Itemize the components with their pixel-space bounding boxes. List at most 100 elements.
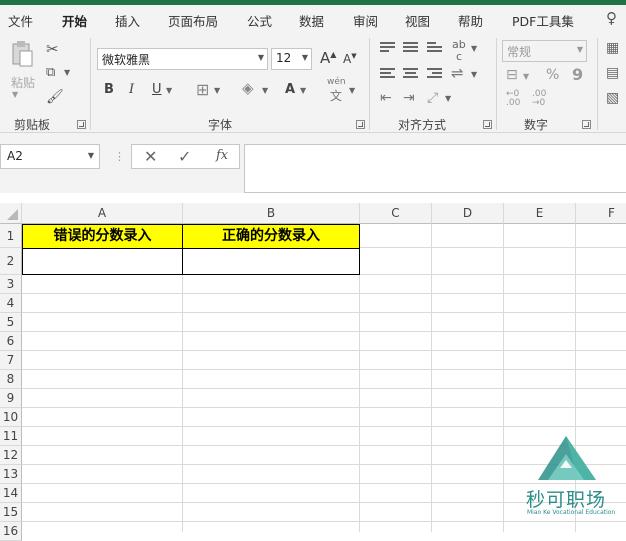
decrease-indent-icon[interactable]: ⇤ — [380, 90, 392, 106]
font-name-select[interactable]: 微软雅黑 ▼ — [97, 48, 268, 70]
select-all-corner[interactable] — [0, 203, 22, 224]
orientation-sub: c — [456, 50, 463, 63]
wrap-text-icon[interactable]: ⇌ — [451, 64, 464, 82]
chevron-down-icon: ▼ — [301, 53, 308, 62]
row-header[interactable]: 13 — [0, 465, 22, 484]
row-header[interactable]: 1 — [0, 224, 22, 248]
copy-dropdown-icon[interactable]: ▼ — [64, 68, 70, 77]
text-direction-dropdown-icon[interactable]: ▼ — [445, 94, 451, 103]
conditional-format-icon[interactable]: ▦ — [606, 40, 619, 56]
name-box-value: A2 — [7, 149, 23, 163]
formula-input[interactable] — [244, 144, 626, 193]
border-icon[interactable]: ⊞ — [196, 80, 209, 99]
align-center-icon[interactable] — [403, 68, 418, 81]
row-header[interactable]: 12 — [0, 446, 22, 465]
increase-indent-icon[interactable]: ⇥ — [403, 90, 415, 106]
paste-dropdown-icon[interactable]: ▼ — [12, 90, 18, 99]
number-format-select[interactable]: 常规 ▼ — [502, 40, 587, 62]
more-options-icon[interactable]: ⋮ — [114, 150, 125, 163]
align-middle-icon[interactable] — [403, 42, 418, 55]
menu-file[interactable]: 文件 — [8, 11, 33, 30]
menu-view[interactable]: 视图 — [405, 11, 430, 30]
menu-help[interactable]: 帮助 — [458, 11, 483, 30]
row-header[interactable]: 4 — [0, 294, 22, 313]
align-left-icon[interactable] — [380, 68, 395, 81]
shrink-font-button[interactable]: A▼ — [343, 52, 357, 66]
gridline — [22, 369, 626, 370]
increase-decimal-button[interactable]: ←0 .00 — [506, 90, 524, 108]
clipboard-launcher-icon[interactable] — [77, 120, 86, 129]
font-size-select[interactable]: 12 ▼ — [271, 48, 312, 70]
paste-label[interactable]: 粘贴 — [11, 74, 35, 91]
align-top-icon[interactable] — [380, 42, 395, 55]
lightbulb-search-icon[interactable]: ♀ — [606, 9, 617, 27]
percent-button[interactable]: % — [546, 67, 559, 83]
menu-insert[interactable]: 插入 — [115, 11, 140, 30]
row-header[interactable]: 10 — [0, 408, 22, 427]
currency-dropdown-icon[interactable]: ▼ — [523, 72, 529, 81]
align-bottom-icon[interactable] — [427, 42, 442, 55]
row-header[interactable]: 6 — [0, 332, 22, 351]
column-header-b[interactable]: B — [183, 203, 360, 224]
underline-dropdown-icon[interactable]: ▼ — [166, 86, 172, 95]
column-header-a[interactable]: A — [22, 203, 183, 224]
menu-data[interactable]: 数据 — [299, 11, 324, 30]
menu-home[interactable]: 开始 — [62, 11, 87, 30]
row-header[interactable]: 2 — [0, 248, 22, 275]
row-header[interactable]: 15 — [0, 503, 22, 522]
bold-button[interactable]: B — [104, 82, 114, 97]
column-header-e[interactable]: E — [504, 203, 576, 224]
pinyin-dropdown-icon[interactable]: ▼ — [349, 86, 355, 95]
border-dropdown-icon[interactable]: ▼ — [214, 86, 220, 95]
comma-button[interactable]: 9 — [572, 65, 583, 84]
row-header[interactable]: 7 — [0, 351, 22, 370]
cut-icon[interactable]: ✂ — [46, 40, 59, 58]
row-header[interactable]: 5 — [0, 313, 22, 332]
insert-function-icon[interactable]: fx — [216, 148, 228, 163]
table-format-icon[interactable]: ▤ — [606, 65, 619, 81]
row-header[interactable]: 3 — [0, 275, 22, 294]
cell-a2[interactable] — [22, 248, 183, 275]
menu-formulas[interactable]: 公式 — [247, 11, 272, 30]
currency-icon[interactable]: ⊟ — [506, 67, 518, 83]
paste-icon[interactable] — [10, 40, 34, 68]
formula-buttons: ✕ ✓ fx — [131, 144, 240, 169]
menu-page-layout[interactable]: 页面布局 — [168, 11, 218, 30]
font-launcher-icon[interactable] — [356, 120, 365, 129]
copy-icon[interactable]: ⧉ — [46, 65, 55, 80]
row-header[interactable]: 9 — [0, 389, 22, 408]
fill-dropdown-icon[interactable]: ▼ — [262, 86, 268, 95]
enter-icon[interactable]: ✓ — [178, 147, 191, 166]
row-header[interactable]: 8 — [0, 370, 22, 389]
decrease-decimal-button[interactable]: .00 →0 — [532, 90, 550, 108]
align-right-icon[interactable] — [427, 68, 442, 81]
cell-styles-icon[interactable]: ▧ — [606, 90, 619, 106]
cell-a1[interactable]: 错误的分数录入 — [22, 224, 183, 249]
number-launcher-icon[interactable] — [582, 120, 591, 129]
row-header[interactable]: 14 — [0, 484, 22, 503]
text-direction-icon[interactable]: ⤢ — [427, 90, 438, 106]
cell-b2[interactable] — [182, 248, 360, 275]
column-header-f[interactable]: F — [576, 203, 626, 224]
underline-button[interactable]: U — [152, 82, 162, 97]
cell-b1[interactable]: 正确的分数录入 — [182, 224, 360, 249]
alignment-launcher-icon[interactable] — [483, 120, 492, 129]
name-box[interactable]: A2 ▼ — [0, 144, 100, 169]
format-painter-icon[interactable]: 🖌 — [46, 89, 64, 105]
cancel-icon[interactable]: ✕ — [144, 147, 157, 166]
row-header[interactable]: 11 — [0, 427, 22, 446]
group-separator — [597, 38, 598, 130]
font-color-button[interactable]: A — [285, 82, 295, 97]
italic-button[interactable]: I — [129, 82, 134, 97]
wrap-dropdown-icon[interactable]: ▼ — [471, 70, 477, 79]
pinyin-guide-button[interactable]: wén — [327, 77, 346, 87]
menu-review[interactable]: 审阅 — [353, 11, 378, 30]
column-header-d[interactable]: D — [432, 203, 504, 224]
grow-font-button[interactable]: A▲ — [320, 49, 336, 67]
gridline — [22, 312, 626, 313]
menu-pdf-tools[interactable]: PDF工具集 — [512, 11, 574, 30]
orientation-dropdown-icon[interactable]: ▼ — [471, 44, 477, 53]
column-header-c[interactable]: C — [360, 203, 432, 224]
font-color-dropdown-icon[interactable]: ▼ — [300, 86, 306, 95]
fill-color-icon[interactable]: ◈ — [242, 79, 254, 97]
